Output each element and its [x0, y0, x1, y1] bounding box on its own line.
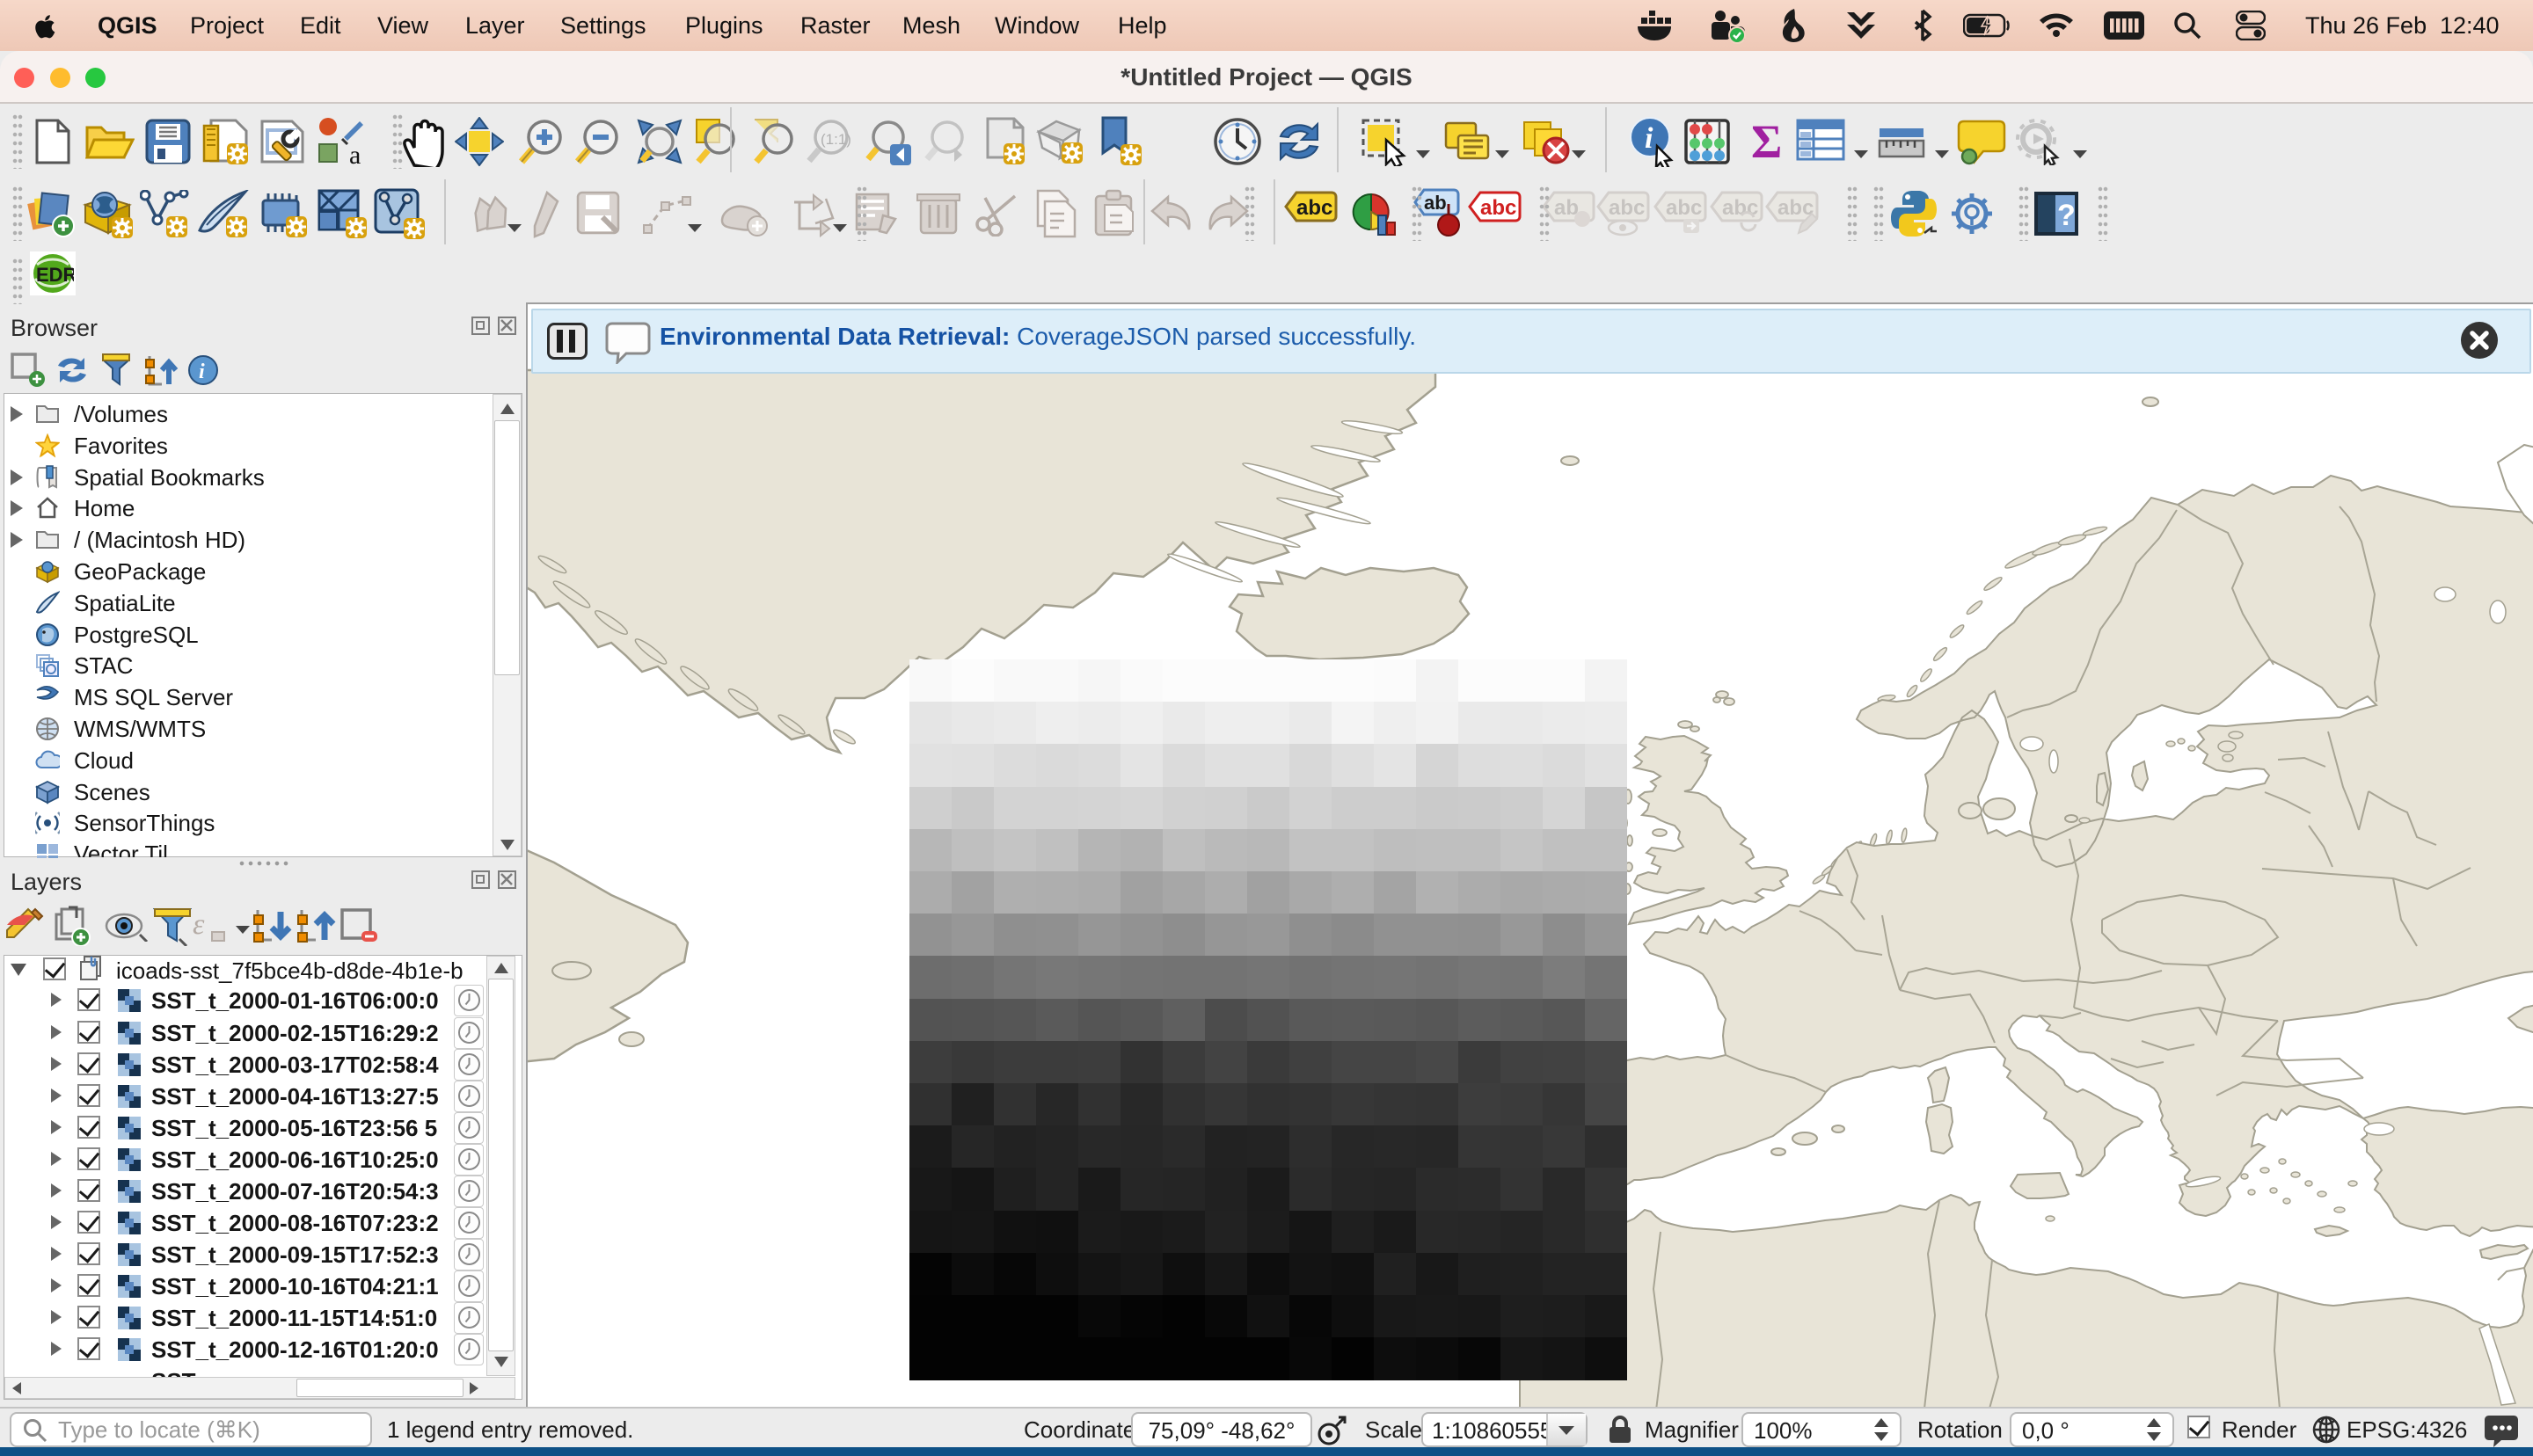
svg-text:EDR: EDR: [36, 264, 74, 286]
svg-text:Σ: Σ: [1751, 119, 1782, 164]
svg-text:i: i: [1645, 122, 1653, 155]
svg-text:abc: abc: [1480, 196, 1516, 220]
svg-text:ε: ε: [193, 908, 205, 941]
svg-text:abc: abc: [1296, 196, 1332, 220]
svg-text:(1:1): (1:1): [821, 131, 851, 148]
svg-text:abc: abc: [1666, 196, 1702, 220]
svg-text:ab: ab: [1424, 192, 1447, 214]
svg-text:abc: abc: [1609, 196, 1645, 220]
svg-text:i: i: [199, 360, 205, 383]
svg-text:?: ?: [2057, 199, 2076, 232]
svg-text:a: a: [349, 141, 361, 165]
